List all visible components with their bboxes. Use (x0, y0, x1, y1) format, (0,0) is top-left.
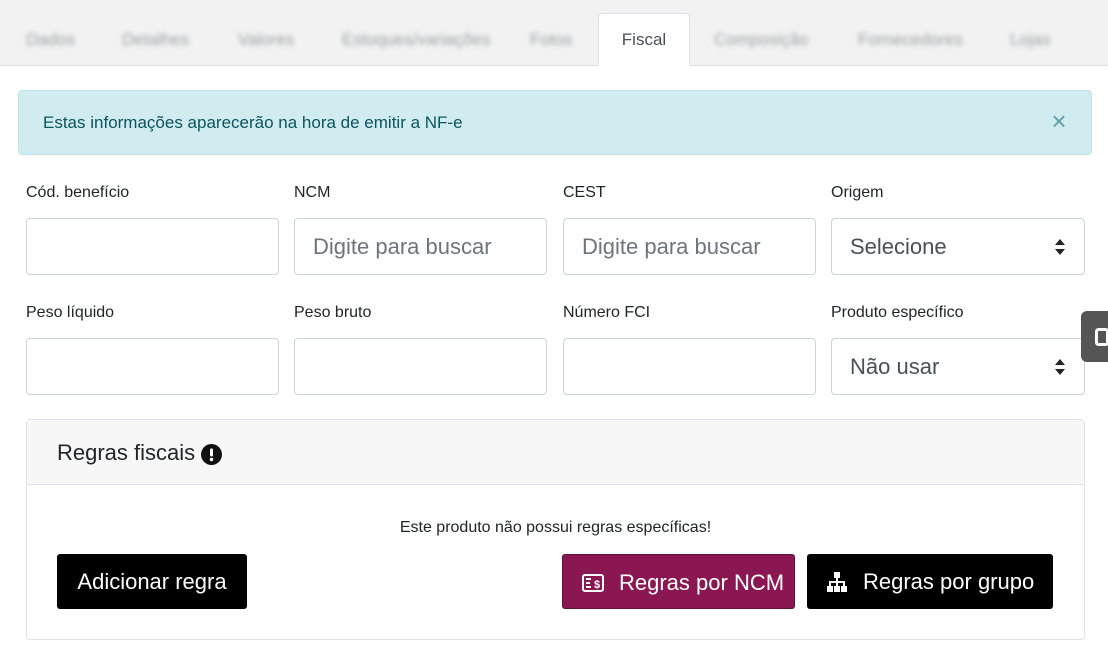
tab-fiscal[interactable]: Fiscal (598, 13, 690, 66)
add-rule-button[interactable]: Adicionar regra (57, 554, 247, 609)
rules-by-ncm-label: Regras por NCM (619, 570, 785, 595)
money-receipt-icon: $ (582, 574, 604, 592)
regras-fiscais-card: Regras fiscais Este produto não possui r… (26, 419, 1085, 640)
tab-fotos[interactable]: Fotos (530, 14, 573, 66)
produto-especifico-label: Produto específico (831, 304, 964, 321)
close-icon[interactable]: × (1047, 108, 1071, 134)
select-caret-icon (1055, 359, 1065, 375)
tab-bar: Dados Detalhes Valores Estoques/variaçõe… (0, 0, 1108, 66)
tab-valores[interactable]: Valores (238, 14, 294, 66)
cod-beneficio-label: Cód. benefício (26, 184, 130, 201)
produto-especifico-selected: Não usar (850, 354, 940, 379)
svg-text:$: $ (594, 579, 600, 591)
peso-liquido-input[interactable] (26, 338, 279, 395)
sitemap-icon (827, 572, 847, 592)
origem-label: Origem (831, 184, 884, 201)
origem-selected: Selecione (850, 234, 947, 259)
peso-bruto-label: Peso bruto (294, 304, 372, 321)
regras-fiscais-header: Regras fiscais (27, 420, 1084, 485)
origem-select[interactable]: Selecione (831, 218, 1085, 275)
rules-by-group-label: Regras por grupo (863, 569, 1035, 594)
side-tab-icon (1095, 328, 1108, 346)
numero-fci-label: Número FCI (563, 304, 651, 321)
tab-lojas[interactable]: Lojas (1010, 14, 1051, 66)
side-floating-tab[interactable] (1081, 311, 1108, 362)
tab-composicao[interactable]: Composição (714, 14, 809, 66)
cest-label: CEST (563, 184, 606, 201)
cod-beneficio-input[interactable] (26, 218, 279, 275)
tab-dados[interactable]: Dados (26, 14, 75, 66)
tab-fornecedores[interactable]: Fornecedores (858, 14, 963, 66)
numero-fci-input[interactable] (563, 338, 816, 395)
ncm-label: NCM (294, 184, 331, 201)
ncm-input[interactable] (294, 218, 547, 275)
produto-especifico-select[interactable]: Não usar (831, 338, 1085, 395)
rules-by-ncm-button[interactable]: $ Regras por NCM (562, 554, 795, 609)
add-rule-label: Adicionar regra (77, 569, 227, 594)
exclamation-circle-icon[interactable] (201, 444, 222, 465)
rules-by-group-button[interactable]: Regras por grupo (807, 554, 1053, 609)
alert-message: Estas informações aparecerão na hora de … (43, 113, 463, 132)
peso-bruto-input[interactable] (294, 338, 547, 395)
cest-input[interactable] (563, 218, 816, 275)
info-alert: Estas informações aparecerão na hora de … (18, 90, 1092, 155)
peso-liquido-label: Peso líquido (26, 304, 115, 321)
empty-rules-message: Este produto não possui regras específic… (399, 519, 712, 536)
select-caret-icon (1055, 239, 1065, 255)
tab-estoques-variacoes[interactable]: Estoques/variações (342, 14, 490, 66)
tab-detalhes[interactable]: Detalhes (122, 14, 189, 66)
regras-fiscais-title: Regras fiscais (57, 440, 196, 465)
